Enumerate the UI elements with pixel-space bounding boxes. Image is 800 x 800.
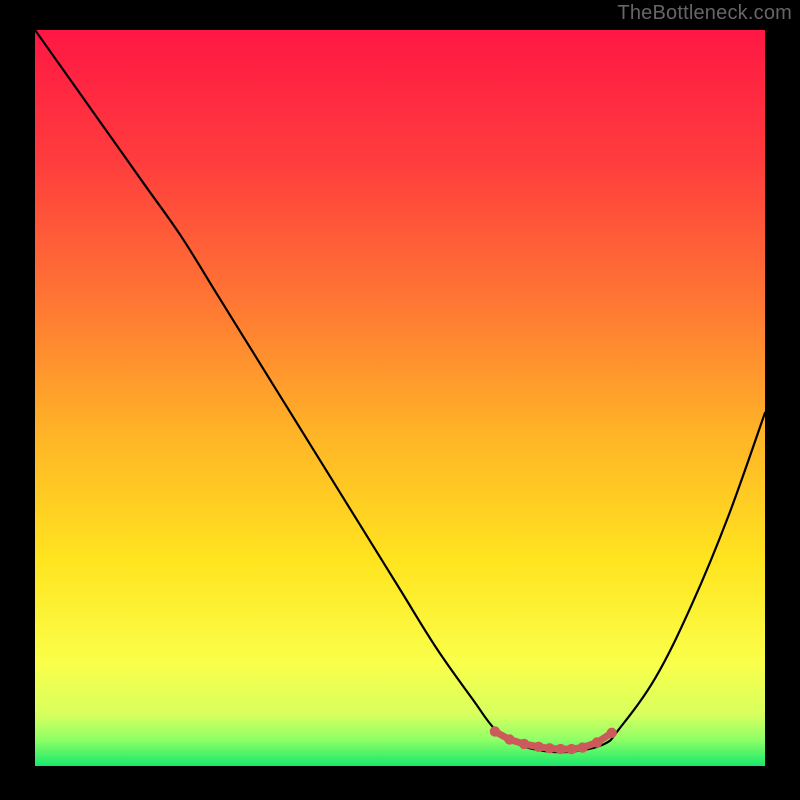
watermark-text: TheBottleneck.com [617, 2, 792, 25]
chart-plot-area [35, 30, 765, 766]
marker-dot [577, 742, 587, 752]
marker-dot [607, 728, 617, 738]
marker-dot [490, 726, 500, 736]
marker-dot [566, 744, 576, 754]
gradient-background [35, 30, 765, 766]
marker-dot [519, 739, 529, 749]
marker-dot [544, 743, 554, 753]
marker-dot [504, 734, 514, 744]
marker-dot [592, 737, 602, 747]
chart-svg [35, 30, 765, 766]
marker-dot [555, 744, 565, 754]
marker-dot [534, 742, 544, 752]
